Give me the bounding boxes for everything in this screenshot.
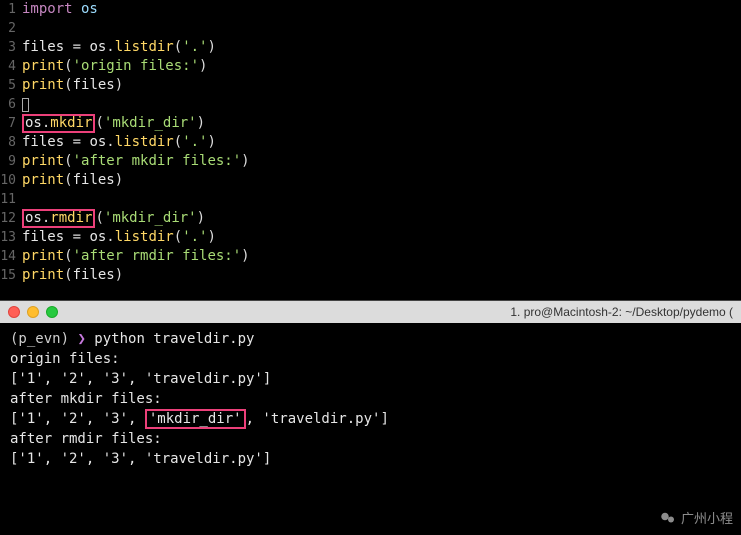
code-line[interactable]: 1import os [0,0,741,19]
highlighted-call: os.mkdir [22,114,95,133]
code-content[interactable] [22,95,29,114]
code-line[interactable]: 15print(files) [0,266,741,285]
prompt-symbol-icon: ❯ [77,331,94,347]
code-content[interactable]: files = os.listdir('.') [22,38,216,57]
terminal-output-line: after mkdir files: [10,389,731,409]
line-number: 14 [0,247,22,266]
code-content[interactable]: os.rmdir('mkdir_dir') [22,209,205,228]
line-number: 6 [0,95,22,114]
code-line[interactable]: 14print('after rmdir files:') [0,247,741,266]
code-line[interactable]: 12os.rmdir('mkdir_dir') [0,209,741,228]
close-icon[interactable] [8,306,20,318]
code-content[interactable]: import os [22,0,98,19]
terminal-window: 1. pro@Macintosh-2: ~/Desktop/pydemo ( (… [0,300,741,535]
code-line[interactable]: 11 [0,190,741,209]
line-number: 9 [0,152,22,171]
line-number: 10 [0,171,22,190]
code-line[interactable]: 5print(files) [0,76,741,95]
terminal-output-line: ['1', '2', '3', 'mkdir_dir', 'traveldir.… [10,409,731,429]
line-number: 13 [0,228,22,247]
watermark: 广州小程 [659,508,733,527]
line-number: 5 [0,76,22,95]
code-line[interactable]: 6 [0,95,741,114]
line-number: 4 [0,57,22,76]
line-number: 7 [0,114,22,133]
code-line[interactable]: 9print('after mkdir files:') [0,152,741,171]
code-content[interactable]: print(files) [22,76,123,95]
highlighted-call: os.rmdir [22,209,95,228]
code-content[interactable]: os.mkdir('mkdir_dir') [22,114,205,133]
code-content[interactable]: print('after mkdir files:') [22,152,250,171]
code-line[interactable]: 10print(files) [0,171,741,190]
prompt-env: (p_evn) [10,331,77,347]
code-line[interactable]: 13files = os.listdir('.') [0,228,741,247]
line-number: 12 [0,209,22,228]
code-content[interactable]: files = os.listdir('.') [22,228,216,247]
terminal-body[interactable]: (p_evn) ❯ python traveldir.pyorigin file… [0,323,741,475]
terminal-titlebar[interactable]: 1. pro@Macintosh-2: ~/Desktop/pydemo ( [0,301,741,323]
cursor-icon [22,98,29,112]
maximize-icon[interactable] [46,306,58,318]
code-line[interactable]: 8files = os.listdir('.') [0,133,741,152]
line-number: 1 [0,0,22,19]
line-number: 3 [0,38,22,57]
terminal-output-line: ['1', '2', '3', 'traveldir.py'] [10,369,731,389]
watermark-text: 广州小程 [681,508,733,527]
code-content[interactable]: print(files) [22,266,123,285]
terminal-prompt-line[interactable]: (p_evn) ❯ python traveldir.py [10,329,731,349]
terminal-output-line: origin files: [10,349,731,369]
code-content[interactable]: print(files) [22,171,123,190]
line-number: 8 [0,133,22,152]
code-line[interactable]: 7os.mkdir('mkdir_dir') [0,114,741,133]
code-editor[interactable]: 1import os23files = os.listdir('.')4prin… [0,0,741,300]
code-line[interactable]: 2 [0,19,741,38]
code-content[interactable]: files = os.listdir('.') [22,133,216,152]
terminal-output-line: ['1', '2', '3', 'traveldir.py'] [10,449,731,469]
code-line[interactable]: 3files = os.listdir('.') [0,38,741,57]
wechat-icon [659,509,677,527]
highlighted-output: 'mkdir_dir' [145,409,246,429]
line-number: 2 [0,19,22,38]
line-number: 11 [0,190,22,209]
code-content[interactable]: print('origin files:') [22,57,207,76]
window-controls [8,306,58,318]
line-number: 15 [0,266,22,285]
terminal-title: 1. pro@Macintosh-2: ~/Desktop/pydemo ( [510,305,733,319]
terminal-output-line: after rmdir files: [10,429,731,449]
code-content[interactable]: print('after rmdir files:') [22,247,250,266]
code-line[interactable]: 4print('origin files:') [0,57,741,76]
terminal-command: python traveldir.py [94,331,254,347]
minimize-icon[interactable] [27,306,39,318]
